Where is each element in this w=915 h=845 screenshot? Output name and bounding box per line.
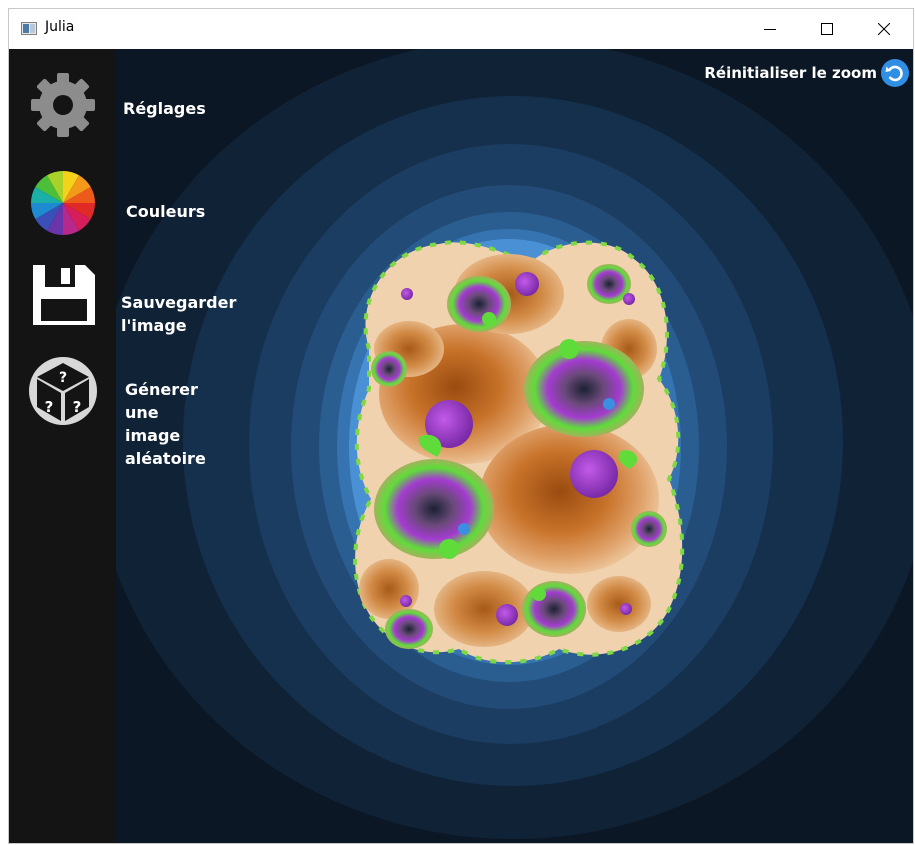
menu-save-image-label[interactable]: Sauvegarder l'image (121, 291, 236, 337)
svg-text:?: ? (73, 398, 82, 416)
menu-colors-label[interactable]: Couleurs (126, 200, 205, 223)
title-bar[interactable]: Julia (9, 9, 914, 49)
reset-zoom-button[interactable]: Réinitialiser le zoom (704, 59, 909, 87)
menu-settings-label[interactable]: Réglages (123, 97, 206, 120)
maximize-icon (821, 23, 833, 35)
app-icon (21, 22, 37, 35)
window-title: Julia (45, 19, 75, 35)
minimize-icon (764, 29, 776, 30)
minimize-button[interactable] (747, 9, 793, 49)
close-icon (878, 23, 890, 35)
main-area: ? ? ? Réglages Couleurs Sauvegarder l'im… (9, 49, 914, 844)
close-button[interactable] (861, 9, 907, 49)
color-wheel-icon[interactable] (27, 167, 99, 239)
maximize-button[interactable] (804, 9, 850, 49)
menu-random-image-label[interactable]: Génerer une image aléatoire (125, 378, 206, 470)
app-window: Julia ? ? ? Réglages Couleurs Sauvegarde… (0, 0, 915, 845)
svg-text:?: ? (59, 370, 67, 386)
reset-zoom-label[interactable]: Réinitialiser le zoom (704, 64, 877, 82)
sidebar: ? ? ? Réglages Couleurs Sauvegarder l'im… (9, 49, 236, 844)
dice-icon[interactable]: ? ? ? (27, 355, 99, 427)
floppy-disk-icon[interactable] (27, 259, 99, 331)
reset-arrow-icon[interactable] (881, 59, 909, 87)
julia-fractal (353, 240, 685, 665)
gear-icon[interactable] (27, 69, 99, 141)
svg-text:?: ? (45, 398, 54, 416)
